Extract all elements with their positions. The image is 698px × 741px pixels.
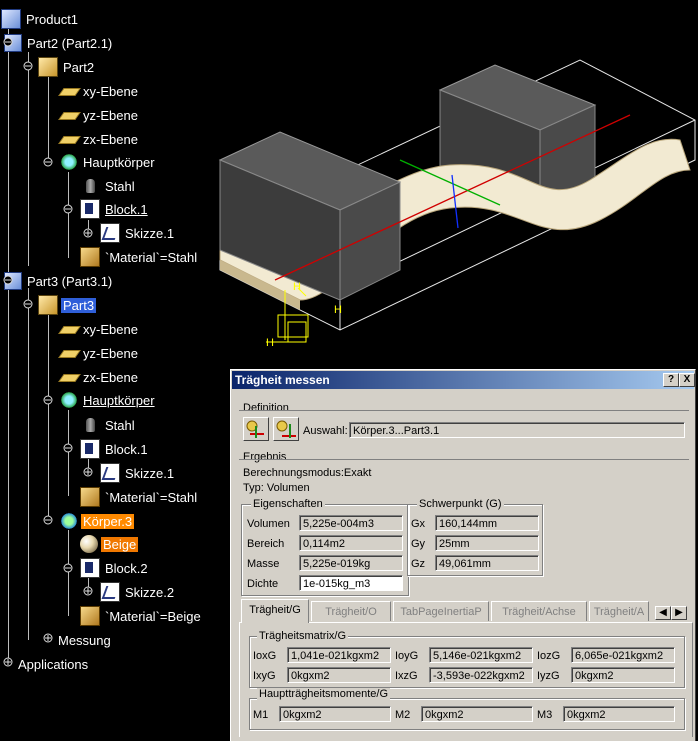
- expand-marker: [83, 586, 93, 596]
- iyzg-label: IyzG: [537, 670, 560, 682]
- tab-inertia-axis[interactable]: Trägheit/Achse: [491, 601, 587, 621]
- measure-inertia-3d-button[interactable]: [243, 417, 269, 441]
- divider: [239, 410, 689, 412]
- tab-inertia-p[interactable]: TabPageInertiaP: [393, 601, 489, 621]
- ioxg-field: 1,041e-021kgxm2: [287, 647, 391, 663]
- iyzg-field: 0kgxm2: [571, 667, 675, 683]
- principal-moments-group-title: Hauptträgheitsmomente/G: [257, 688, 391, 700]
- axis-label: H: [266, 337, 274, 349]
- help-button[interactable]: ?: [663, 373, 679, 387]
- ioxg-label: IoxG: [253, 650, 277, 662]
- ixyg-field: 0kgxm2: [287, 667, 391, 683]
- inertia-3d-icon: [246, 420, 264, 438]
- m1-label: M1: [253, 709, 269, 721]
- collapse-marker: [63, 204, 73, 214]
- tab-inertia-o[interactable]: Trägheit/O: [311, 601, 391, 621]
- gy-label: Gy: [411, 538, 426, 550]
- iozg-field: 6,065e-021kgxm2: [571, 647, 675, 663]
- axis-label: H: [334, 304, 342, 316]
- area-label: Bereich: [247, 538, 285, 550]
- m2-label: M2: [395, 709, 411, 721]
- type-text: Typ: Volumen: [243, 482, 310, 494]
- axis-label: H: [293, 281, 301, 293]
- tab-inertia-g[interactable]: Trägheit/G: [241, 599, 309, 623]
- density-label: Dichte: [247, 578, 279, 590]
- mass-label: Masse: [247, 558, 280, 570]
- gx-field: 160,144mm: [435, 515, 539, 531]
- ixzg-field: -3,593e-022kgxm2: [429, 667, 533, 683]
- calculation-mode-text: Berechnungsmodus:Exakt: [243, 467, 372, 479]
- density-input[interactable]: 1e-015kg_m3: [299, 575, 403, 591]
- expand-marker: [43, 633, 53, 643]
- gz-label: Gz: [411, 558, 426, 570]
- centroid-group-title: Schwerpunkt (G): [417, 498, 504, 510]
- collapse-marker: [23, 61, 33, 71]
- ioyg-label: IoyG: [395, 650, 419, 662]
- gz-field: 49,061mm: [435, 555, 539, 571]
- tab-scroll-right-button[interactable]: ▶: [671, 606, 687, 620]
- m2-field: 0kgxm2: [421, 706, 533, 722]
- iozg-label: IozG: [537, 650, 561, 662]
- expand-marker: [83, 228, 93, 238]
- collapse-marker: [43, 157, 53, 167]
- collapse-marker: [43, 395, 53, 405]
- collapse-marker: [63, 563, 73, 573]
- m3-field: 0kgxm2: [563, 706, 675, 722]
- mass-field: 5,225e-019kg: [299, 555, 403, 571]
- selection-label: Auswahl:: [303, 425, 348, 437]
- result-group-title: Ergebnis: [243, 451, 287, 463]
- m3-label: M3: [537, 709, 553, 721]
- selection-field[interactable]: Körper.3...Part3.1: [349, 422, 685, 438]
- measure-inertia-dialog: Trägheit messen ? X Definition Auswahl: …: [230, 369, 696, 741]
- collapse-marker: [23, 299, 33, 309]
- ioyg-field: 5,146e-021kgxm2: [429, 647, 533, 663]
- expand-marker: [3, 657, 13, 667]
- measure-inertia-2d-button[interactable]: [273, 417, 299, 441]
- properties-group-title: Eigenschaften: [251, 498, 325, 510]
- tree-node-label: Skizze.1: [125, 225, 175, 241]
- inertia-matrix-group-title: Trägheitsmatrix/G: [257, 630, 349, 642]
- 3d-model: H H H: [218, 59, 696, 349]
- m1-field: 0kgxm2: [279, 706, 391, 722]
- area-field: 0,114m2: [299, 535, 403, 551]
- collapse-marker: [43, 515, 53, 525]
- collapse-marker: [3, 275, 13, 285]
- collapse-marker: [63, 443, 73, 453]
- dialog-title: Trägheit messen: [232, 371, 694, 389]
- expand-marker: [83, 467, 93, 477]
- close-button[interactable]: X: [679, 373, 695, 387]
- tree-node-label: Skizze.1: [125, 465, 175, 481]
- gx-label: Gx: [411, 518, 426, 530]
- specification-tree: Product1 Part2 (Part2.1) Part2 xy-Ebene …: [0, 0, 230, 741]
- 3d-viewport[interactable]: H H H: [200, 30, 698, 370]
- collapse-marker: [3, 37, 13, 47]
- tree-node-label: Skizze.2: [125, 584, 175, 600]
- divider: [239, 459, 689, 461]
- ixzg-label: IxzG: [395, 670, 418, 682]
- tree-expanders[interactable]: [0, 0, 120, 680]
- inertia-2d-icon: [276, 420, 296, 438]
- ixyg-label: IxyG: [253, 670, 276, 682]
- volume-label: Volumen: [247, 518, 290, 530]
- tab-inertia-a[interactable]: Trägheit/A: [589, 601, 649, 621]
- definition-group-title: Definition: [243, 402, 289, 414]
- tab-scroll-left-button[interactable]: ◀: [655, 606, 671, 620]
- gy-field: 25mm: [435, 535, 539, 551]
- volume-field: 5,225e-004m3: [299, 515, 403, 531]
